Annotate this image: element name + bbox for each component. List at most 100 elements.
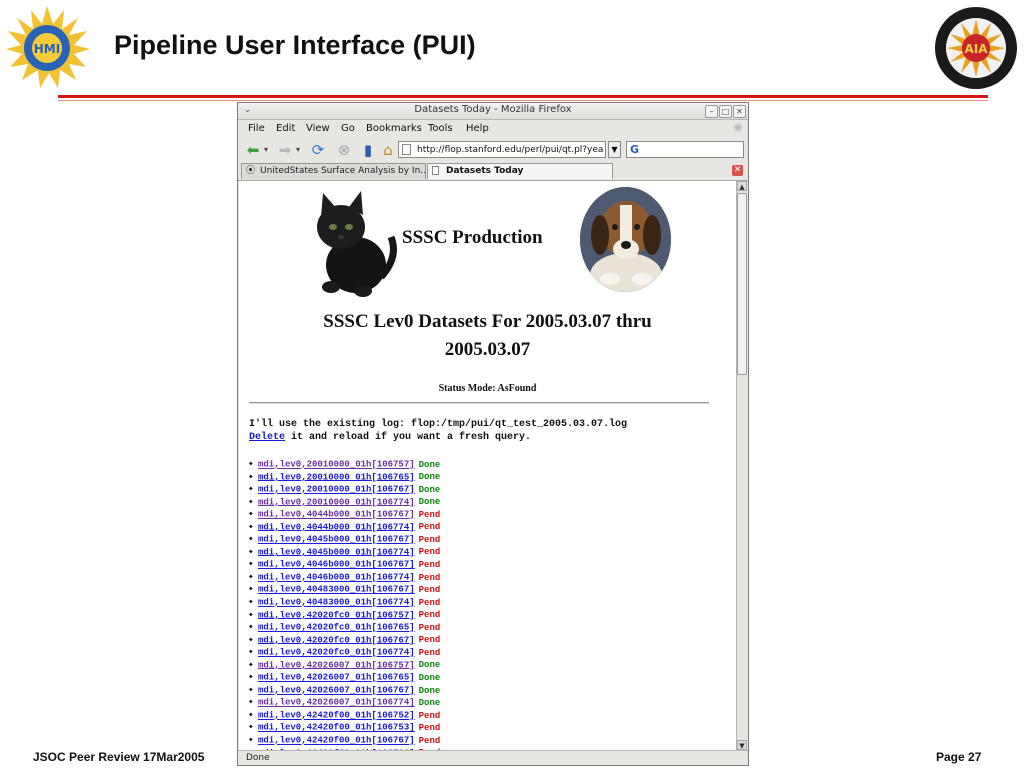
dataset-status: Pend <box>418 723 441 734</box>
dataset-status: Done <box>418 660 441 671</box>
tab-datasets-today[interactable]: Datasets Today <box>427 163 613 179</box>
dataset-row: ◆ mdi,lev0,20010000_01h[106757] Done <box>249 458 729 471</box>
page-content: SSSC Production SSSC Lev0 Datasets For 2… <box>239 181 736 750</box>
back-dropdown-icon[interactable]: ▾ <box>262 140 270 160</box>
title-divider <box>58 95 988 98</box>
back-arrow-icon[interactable]: ⬅ <box>244 140 262 160</box>
tab-label: UnitedStates Surface Analysis by In... <box>260 166 426 176</box>
home-icon[interactable]: ⌂ <box>380 140 396 160</box>
url-history-dropdown[interactable]: ▼ <box>608 141 621 158</box>
scroll-up-arrow-icon[interactable]: ▲ <box>737 181 747 191</box>
dataset-link[interactable]: mdi,lev0,42020fc0_01h[106774] <box>258 648 415 658</box>
bullet-icon: ◆ <box>249 472 253 480</box>
tab-label: Datasets Today <box>446 166 524 176</box>
dataset-link[interactable]: mdi,lev0,42020fc0_01h[106767] <box>258 635 415 645</box>
bullet-icon: ◆ <box>249 610 253 618</box>
dataset-link[interactable]: mdi,lev0,42020fc0_01h[106757] <box>258 610 415 620</box>
bullet-icon: ◆ <box>249 736 253 744</box>
dataset-status: Pend <box>418 585 441 596</box>
dataset-row: ◆ mdi,lev0,42026007_01h[106765] Done <box>249 671 729 684</box>
dataset-row: ◆ mdi,lev0,42420f00_01h[106767] Pend <box>249 734 729 747</box>
dataset-status: Done <box>418 459 441 470</box>
bullet-icon: ◆ <box>249 510 253 518</box>
url-input[interactable] <box>417 143 603 156</box>
dataset-row: ◆ mdi,lev0,42420f00_01h[106752] Pend <box>249 709 729 722</box>
dataset-link[interactable]: mdi,lev0,40483000_01h[106774] <box>258 598 415 608</box>
dataset-link[interactable]: mdi,lev0,4046b000_01h[106774] <box>258 573 415 583</box>
dataset-link[interactable]: mdi,lev0,42026007_01h[106767] <box>258 686 415 696</box>
bookmarks-icon[interactable]: ▮ <box>360 140 376 160</box>
delete-link[interactable]: Delete <box>249 432 285 443</box>
scroll-down-arrow-icon[interactable]: ▼ <box>737 740 747 750</box>
dataset-link[interactable]: mdi,lev0,42026007_01h[106765] <box>258 673 415 683</box>
slide-title: Pipeline User Interface (PUI) <box>114 30 476 60</box>
scroll-thumb[interactable] <box>737 193 747 375</box>
dataset-link[interactable]: mdi,lev0,4045b000_01h[106767] <box>258 535 415 545</box>
dataset-link[interactable]: mdi,lev0,20010000_01h[106767] <box>258 485 415 495</box>
minimize-button[interactable]: – <box>705 105 718 118</box>
dataset-row: ◆ mdi,lev0,4046b000_01h[106767] Pend <box>249 558 729 571</box>
dataset-status: Pend <box>418 647 441 658</box>
forward-arrow-icon[interactable]: ➡ <box>276 140 294 160</box>
status-mode: Status Mode: AsFound <box>438 383 537 394</box>
forward-dropdown-icon[interactable]: ▾ <box>294 140 302 160</box>
dataset-link[interactable]: mdi,lev0,4044b000_01h[106774] <box>258 522 415 532</box>
bullet-icon: ◆ <box>249 560 253 568</box>
dataset-status: Pend <box>418 710 441 721</box>
horizontal-rule <box>249 402 709 404</box>
close-window-button[interactable]: ✕ <box>733 105 746 118</box>
vertical-scrollbar[interactable]: ▲ ▼ <box>736 181 747 750</box>
search-bar[interactable]: G <box>626 141 744 158</box>
menu-go[interactable]: Go <box>341 123 355 134</box>
dataset-link[interactable]: mdi,lev0,42026007_01h[106774] <box>258 698 415 708</box>
menu-edit[interactable]: Edit <box>276 123 295 134</box>
window-titlebar[interactable]: ⌄ Datasets Today - Mozilla Firefox – □ ✕ <box>238 103 748 120</box>
menu-tools[interactable]: Tools <box>428 123 453 134</box>
dataset-link[interactable]: mdi,lev0,42020fc0_01h[106765] <box>258 623 415 633</box>
dataset-link[interactable]: mdi,lev0,4046b000_01h[106767] <box>258 560 415 570</box>
bullet-icon: ◆ <box>249 623 253 631</box>
menu-file[interactable]: File <box>248 123 265 134</box>
dataset-link[interactable]: mdi,lev0,42420f00_01h[106767] <box>258 736 415 746</box>
datasets-title-line2: 2005.03.07 <box>444 339 531 360</box>
bullet-icon: ◆ <box>249 535 253 543</box>
bullet-icon: ◆ <box>249 648 253 656</box>
page-icon <box>402 144 411 155</box>
dataset-link[interactable]: mdi,lev0,40483000_01h[106767] <box>258 585 415 595</box>
menu-view[interactable]: View <box>306 123 330 134</box>
dataset-status: Pend <box>418 560 441 571</box>
menu-help[interactable]: Help <box>466 123 489 134</box>
datasets-title: SSSC Lev0 Datasets For 2005.03.07 thru 2… <box>239 308 736 364</box>
dataset-link[interactable]: mdi,lev0,20010000_01h[106757] <box>258 460 415 470</box>
dataset-row: ◆ mdi,lev0,42026007_01h[106757] Done <box>249 659 729 672</box>
dataset-link[interactable]: mdi,lev0,42420f00_01h[106752] <box>258 711 415 721</box>
dataset-row: ◆ mdi,lev0,20010000_01h[106774] Done <box>249 496 729 509</box>
bullet-icon: ◆ <box>249 460 253 467</box>
datasets-title-line1: SSSC Lev0 Datasets For 2005.03.07 thru <box>323 311 652 332</box>
url-bar[interactable] <box>398 141 606 158</box>
maximize-button[interactable]: □ <box>719 105 732 118</box>
globe-icon: ⦿ <box>246 166 256 176</box>
dataset-row: ◆ mdi,lev0,42020fc0_01h[106774] Pend <box>249 646 729 659</box>
dataset-link[interactable]: mdi,lev0,4045b000_01h[106774] <box>258 547 415 557</box>
hmi-logo: HMI <box>6 6 90 88</box>
close-tab-icon[interactable]: ✕ <box>732 165 743 176</box>
dataset-link[interactable]: mdi,lev0,4044b000_01h[106767] <box>258 510 415 520</box>
window-title: Datasets Today - Mozilla Firefox <box>414 104 572 115</box>
dataset-status: Done <box>418 685 441 696</box>
dataset-link[interactable]: mdi,lev0,20010000_01h[106774] <box>258 497 415 507</box>
reload-icon[interactable]: ⟳ <box>308 140 328 160</box>
navigation-toolbar: ⬅ ▾ ➡ ▾ ⟳ ⊗ ▮ ⌂ ▼ G <box>238 138 748 162</box>
menu-bookmarks[interactable]: Bookmarks <box>366 123 422 134</box>
tab-surface-analysis[interactable]: ⦿ UnitedStates Surface Analysis by In... <box>241 163 426 179</box>
delete-line: Delete it and reload if you want a fresh… <box>249 432 531 443</box>
aia-logo: AIA <box>935 7 1017 89</box>
dataset-link[interactable]: mdi,lev0,42026007_01h[106757] <box>258 660 415 670</box>
dataset-status: Pend <box>418 534 441 545</box>
dataset-link[interactable]: mdi,lev0,20010000_01h[106765] <box>258 472 415 482</box>
stop-icon[interactable]: ⊗ <box>334 140 354 160</box>
dataset-status: Pend <box>418 610 441 621</box>
dataset-status: Done <box>418 698 441 709</box>
dataset-link[interactable]: mdi,lev0,42420f00_01h[106753] <box>258 723 415 733</box>
dataset-status: Pend <box>418 597 441 608</box>
